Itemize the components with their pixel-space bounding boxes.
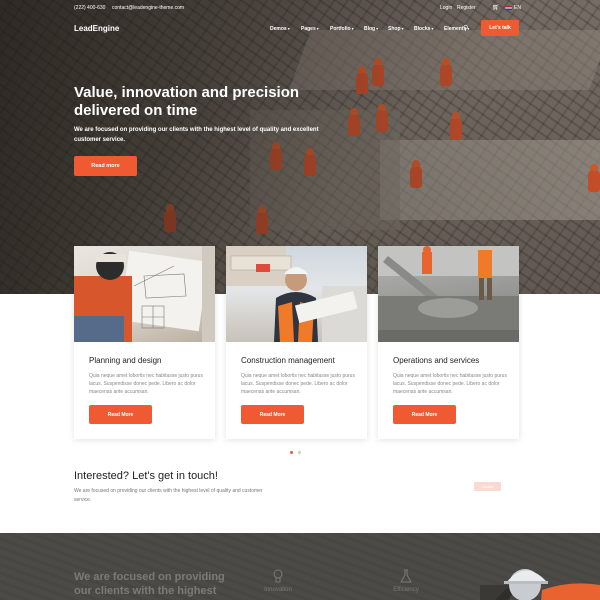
read-more-button[interactable]: Read More [241, 405, 304, 424]
nav-item-pages[interactable]: Pages▾ [301, 26, 330, 32]
contact-button[interactable]: Contact [474, 482, 501, 491]
contact-title: Interested? Let's get in touch! [74, 470, 218, 482]
site-logo[interactable]: LeadEngine [74, 24, 119, 33]
nav-label: Blocks [414, 26, 431, 32]
service-card: Operations and services Quia neque amet … [378, 246, 519, 439]
language-label: EN [514, 5, 521, 11]
cart-icon[interactable]: 🛒︎ [492, 4, 500, 11]
feature-label: Efficiency [393, 587, 419, 593]
lets-talk-button[interactable]: Let's talk [481, 20, 519, 36]
construction-photo [226, 246, 367, 342]
hero-subtitle: We are focused on providing our clients … [74, 127, 319, 143]
card-text: Quia neque amet lobortis nec habitasse j… [89, 373, 203, 395]
nav-item-demos[interactable]: Demos▾ [270, 26, 301, 32]
carousel-dot[interactable] [298, 451, 301, 454]
nav-label: Pages [301, 26, 316, 32]
nav-item-portfolio[interactable]: Portfolio▾ [330, 26, 364, 32]
hero-title: Value, innovation and precision delivere… [74, 84, 300, 119]
read-more-button[interactable]: Read More [393, 405, 456, 424]
service-card: Planning and design Quia neque amet lobo… [74, 246, 215, 439]
search-icon[interactable]: ⚲ [463, 24, 468, 32]
flask-icon [400, 569, 412, 583]
card-image [378, 246, 519, 342]
email-link[interactable]: contact@leadengine-theme.com [112, 5, 184, 11]
nav-label: Portfolio [330, 26, 351, 32]
nav-item-elements[interactable]: Elements▾ [444, 26, 478, 32]
nav-label: Shop [388, 26, 401, 32]
chevron-down-icon: ▾ [287, 26, 290, 31]
feature-efficiency: Efficiency [386, 569, 426, 593]
contact-text: We are focused on providing our clients … [74, 488, 263, 503]
chevron-down-icon: ▾ [401, 26, 404, 31]
flag-icon [505, 5, 512, 10]
nav-item-shop[interactable]: Shop▾ [388, 26, 414, 32]
phone-number[interactable]: (222) 400-630 [74, 5, 105, 11]
top-bar: (222) 400-630 contact@leadengine-theme.c… [0, 0, 600, 16]
operations-photo [378, 246, 519, 342]
main-nav: Demos▾ Pages▾ Portfolio▾ Blog▾ Shop▾ Blo… [270, 26, 478, 32]
card-title: Planning and design [89, 356, 162, 365]
chevron-down-icon: ▾ [376, 26, 379, 31]
feature-innovation: Innovation [258, 569, 298, 593]
nav-label: Demos [270, 26, 287, 32]
card-title: Construction management [241, 356, 335, 365]
chevron-down-icon: ▾ [431, 26, 434, 31]
language-switcher[interactable]: EN [505, 5, 521, 11]
lightbulb-icon [273, 569, 283, 583]
card-image [74, 246, 215, 342]
nav-item-blog[interactable]: Blog▾ [364, 26, 388, 32]
card-title: Operations and services [393, 356, 480, 365]
planning-photo [74, 246, 215, 342]
features-title: We are focused on providing our clients … [74, 571, 225, 597]
service-card: Construction management Quia neque amet … [226, 246, 367, 439]
worker-photo [480, 569, 600, 600]
nav-item-blocks[interactable]: Blocks▾ [414, 26, 444, 32]
card-text: Quia neque amet lobortis nec habitasse j… [241, 373, 355, 395]
feature-label: Innovation [264, 587, 292, 593]
read-more-button[interactable]: Read More [89, 405, 152, 424]
hero-read-more-button[interactable]: Read more [74, 156, 137, 176]
chevron-down-icon: ▾ [351, 26, 354, 31]
login-link[interactable]: Login [440, 5, 452, 11]
card-text: Quia neque amet lobortis nec habitasse j… [393, 373, 507, 395]
register-link[interactable]: Register [457, 5, 476, 11]
card-image [226, 246, 367, 342]
nav-label: Blog [364, 26, 376, 32]
carousel-pagination [290, 451, 301, 454]
features-section: We are focused on providing our clients … [0, 533, 600, 600]
main-navbar: LeadEngine Demos▾ Pages▾ Portfolio▾ Blog… [0, 18, 600, 40]
chevron-down-icon: ▾ [316, 26, 319, 31]
carousel-dot-active[interactable] [290, 451, 293, 454]
